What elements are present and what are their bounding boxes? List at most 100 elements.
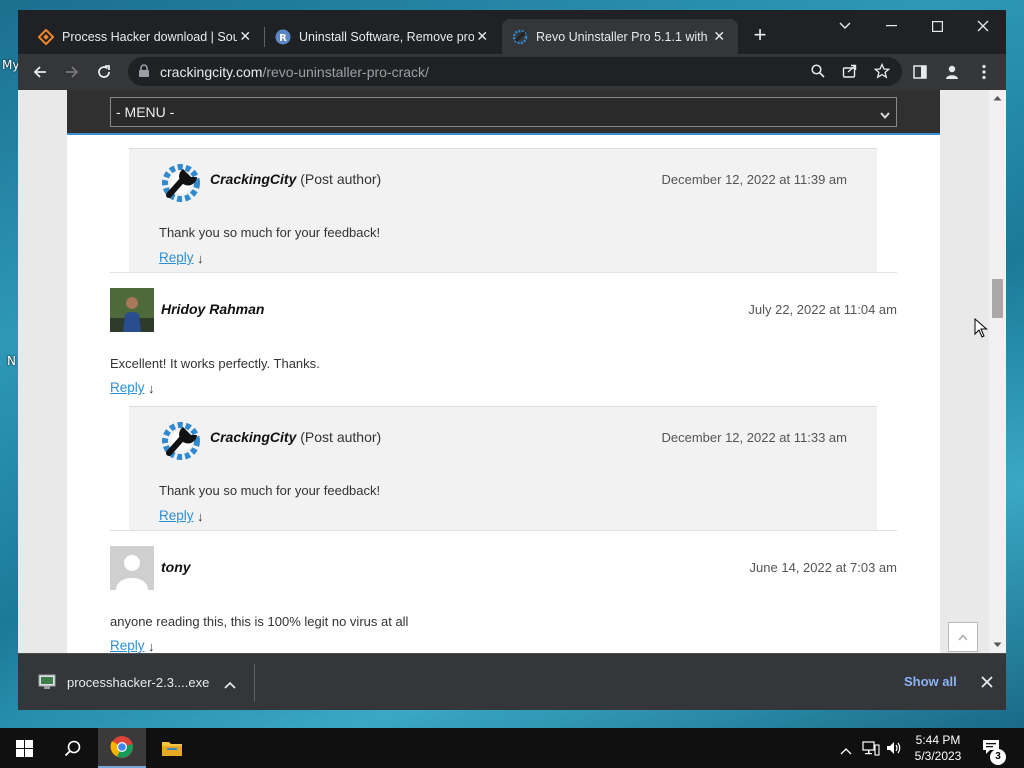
crackingcity-logo-avatar (159, 417, 203, 461)
vertical-scrollbar[interactable] (989, 90, 1006, 653)
reply-link[interactable]: Reply (159, 250, 194, 265)
crackingcity-logo-avatar (159, 159, 203, 203)
comment-date[interactable]: December 12, 2022 at 11:33 am (662, 430, 848, 445)
crackingcity-wrench-icon (512, 29, 528, 45)
tab-close-icon[interactable]: ✕ (474, 28, 491, 46)
tab-process-hacker[interactable]: Process Hacker download | Sour ✕ (28, 19, 264, 54)
reply-link[interactable]: Reply (110, 380, 145, 395)
tab-close-icon[interactable]: ✕ (237, 28, 254, 46)
reload-icon[interactable] (90, 58, 118, 86)
reply-arrow-icon: ↓ (148, 639, 155, 653)
windows-start-icon[interactable] (0, 728, 48, 768)
revo-r-icon: R (275, 29, 291, 45)
desktop-label-fragment: My (2, 58, 20, 72)
web-viewport: - MENU - CrackingCity (Post author) Dece… (18, 90, 1006, 653)
show-all-button[interactable]: Show all (904, 674, 957, 689)
url-text: crackingcity.com/revo-uninstaller-pro-cr… (160, 64, 429, 80)
default-user-avatar (110, 546, 154, 590)
forward-arrow-icon[interactable] (58, 58, 86, 86)
zoom-search-icon[interactable] (804, 57, 832, 85)
post-author-badge: (Post author) (300, 429, 382, 445)
menu-dropdown-label: - MENU - (116, 104, 175, 120)
comment-text: Thank you so much for your feedback! (159, 225, 381, 240)
post-author-badge: (Post author) (300, 171, 382, 187)
site-menu-bar: - MENU - (67, 90, 940, 135)
url-domain: crackingcity.com (160, 64, 263, 80)
network-icon[interactable] (862, 740, 880, 761)
comment-text: anyone reading this, this is 100% legit … (110, 614, 409, 629)
tray-overflow-chevron-icon[interactable] (840, 742, 852, 760)
chevron-down-icon (880, 106, 890, 122)
window-close-icon[interactable] (960, 10, 1006, 42)
exe-file-icon (38, 674, 56, 695)
shelf-close-icon[interactable] (981, 675, 993, 693)
share-icon[interactable] (836, 57, 864, 85)
back-arrow-icon[interactable] (26, 58, 54, 86)
comment-divider (110, 272, 897, 273)
process-hacker-diamond-icon (38, 28, 54, 45)
maximize-icon[interactable] (914, 10, 960, 42)
address-bar[interactable]: crackingcity.com/revo-uninstaller-pro-cr… (128, 57, 902, 86)
minimize-icon[interactable] (868, 10, 914, 42)
comment-date[interactable]: June 14, 2022 at 7:03 am (750, 560, 897, 575)
svg-text:R: R (279, 33, 287, 44)
page-content: - MENU - CrackingCity (Post author) Dece… (67, 90, 940, 653)
download-item-filename[interactable]: processhacker-2.3....exe (67, 675, 209, 690)
tab-title: Uninstall Software, Remove prog (299, 29, 474, 44)
chevron-up-icon (958, 633, 968, 640)
comment-divider (110, 530, 897, 531)
author-name: CrackingCity (210, 171, 297, 187)
comment-author: CrackingCity (Post author) (210, 171, 381, 187)
downloads-shelf: processhacker-2.3....exe Show all (18, 653, 1006, 710)
menu-dropdown[interactable]: - MENU - (110, 97, 897, 127)
tab-title: Revo Uninstaller Pro 5.1.1 with C (536, 29, 711, 44)
volume-icon[interactable] (886, 740, 902, 761)
chevron-up-icon[interactable] (224, 676, 236, 694)
clock[interactable]: 5:44 PM 5/3/2023 (906, 732, 970, 764)
comment-date[interactable]: December 12, 2022 at 11:39 am (662, 172, 848, 187)
comment-author: tony (161, 559, 191, 575)
new-tab-plus-icon[interactable]: + (748, 24, 772, 48)
comment-author: CrackingCity (Post author) (210, 429, 381, 445)
notification-count-badge: 3 (990, 749, 1006, 765)
windows-taskbar: 5:44 PM 5/3/2023 3 (0, 728, 1024, 768)
tab-revo-uninstaller[interactable]: R Uninstall Software, Remove prog ✕ (265, 19, 501, 54)
profile-avatar-icon[interactable] (938, 58, 966, 86)
reply-arrow-icon: ↓ (197, 509, 204, 524)
comment-date[interactable]: July 22, 2022 at 11:04 am (748, 302, 897, 317)
reply-arrow-icon: ↓ (148, 381, 155, 396)
tab-title: Process Hacker download | Sour (62, 29, 237, 44)
chrome-window: Process Hacker download | Sour ✕ R Unins… (18, 10, 1006, 710)
comment-author: Hridoy Rahman (161, 301, 265, 317)
comment-text: Thank you so much for your feedback! (159, 483, 381, 498)
search-icon[interactable] (48, 728, 96, 768)
reply-link[interactable]: Reply (159, 508, 194, 523)
mouse-cursor-icon (974, 317, 988, 343)
desktop-label-fragment: N (7, 354, 16, 368)
url-path: /revo-uninstaller-pro-crack/ (262, 64, 429, 80)
browser-toolbar: crackingcity.com/revo-uninstaller-pro-cr… (18, 54, 1006, 90)
reply-link[interactable]: Reply (110, 638, 145, 653)
clock-time: 5:44 PM (915, 733, 961, 747)
taskbar-chrome-icon[interactable] (98, 728, 146, 768)
kebab-menu-icon[interactable] (970, 58, 998, 86)
scrollbar-thumb[interactable] (992, 279, 1003, 318)
author-name: CrackingCity (210, 429, 297, 445)
tab-search-chevron-icon[interactable] (822, 10, 868, 42)
scroll-down-arrow-icon[interactable] (993, 642, 1002, 648)
scroll-up-arrow-icon[interactable] (993, 95, 1002, 101)
lock-icon[interactable] (138, 64, 150, 83)
shelf-separator (254, 664, 255, 702)
tab-close-icon[interactable]: ✕ (711, 28, 728, 46)
side-panel-icon[interactable] (906, 58, 934, 86)
comment-reply: CrackingCity (Post author) December 12, … (129, 148, 877, 272)
tab-crackingcity-active[interactable]: Revo Uninstaller Pro 5.1.1 with C ✕ (502, 19, 738, 54)
bookmark-star-icon[interactable] (868, 57, 896, 85)
comment-reply: CrackingCity (Post author) December 12, … (129, 406, 877, 530)
file-explorer-folder-icon[interactable] (148, 728, 196, 768)
user-photo-avatar (110, 288, 154, 332)
reply-arrow-icon: ↓ (197, 251, 204, 266)
tab-strip: Process Hacker download | Sour ✕ R Unins… (18, 10, 1006, 54)
back-to-top-button[interactable] (948, 622, 978, 652)
comment-text: Excellent! It works perfectly. Thanks. (110, 356, 320, 371)
